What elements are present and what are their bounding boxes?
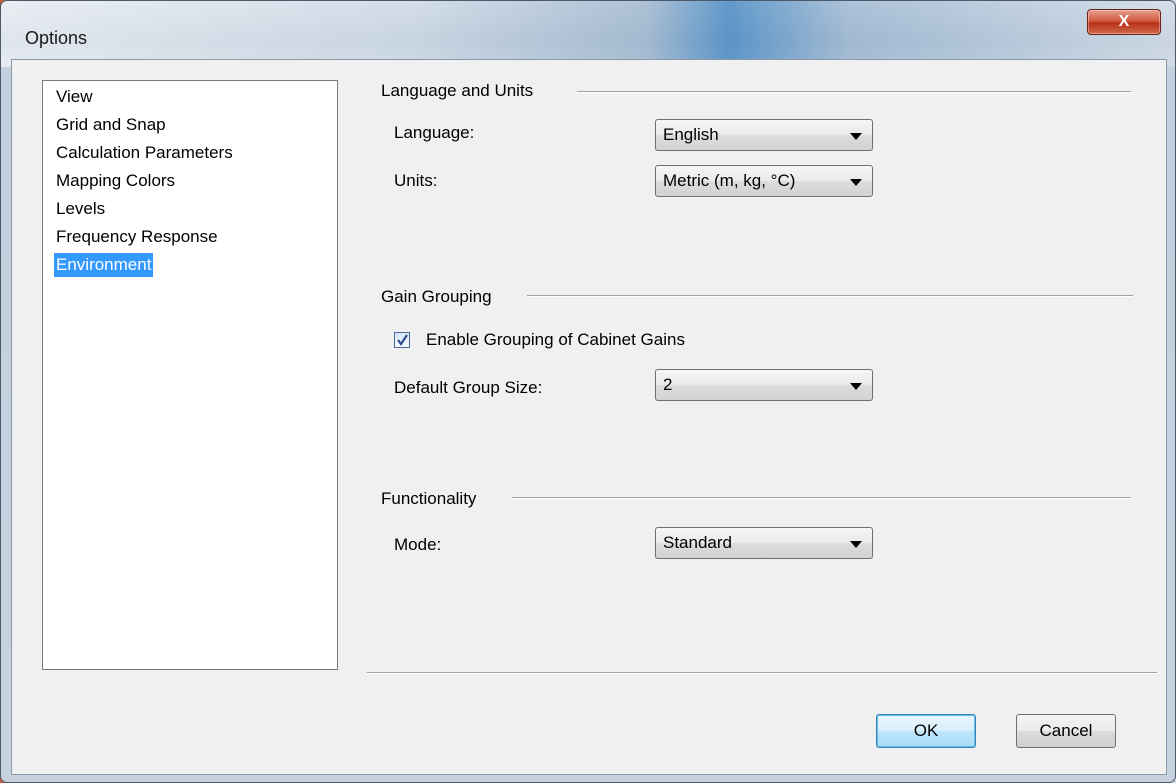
language-label: Language:: [394, 123, 475, 142]
dialog-title: Options: [25, 28, 88, 48]
chevron-down-icon: [850, 541, 862, 548]
cancel-button[interactable]: Cancel: [1016, 714, 1116, 748]
nav-item-calculation-parameters[interactable]: Calculation Parameters: [54, 141, 235, 165]
group-divider: [527, 295, 1133, 297]
enable-grouping-label[interactable]: Enable Grouping of Cabinet Gains: [426, 330, 685, 350]
dialog-client-area: View Grid and Snap Calculation Parameter…: [11, 59, 1167, 775]
nav-item-levels[interactable]: Levels: [54, 197, 107, 221]
options-dialog: Options X View Grid and Snap Calculation…: [0, 0, 1176, 783]
group-divider: [577, 91, 1131, 93]
group-size-select-value: 2: [663, 375, 673, 394]
footer-divider: [367, 672, 1157, 674]
mode-select[interactable]: Standard: [655, 527, 873, 559]
mode-label: Mode:: [394, 535, 442, 554]
title-bar[interactable]: [1, 1, 1175, 67]
language-units-group-title: Language and Units: [381, 81, 546, 101]
units-select-value: Metric (m, kg, °C): [663, 171, 796, 190]
units-select[interactable]: Metric (m, kg, °C): [655, 165, 873, 197]
nav-item-grid-and-snap[interactable]: Grid and Snap: [54, 113, 168, 137]
nav-item-view[interactable]: View: [54, 85, 95, 109]
chevron-down-icon: [850, 133, 862, 140]
group-size-select[interactable]: 2: [655, 369, 873, 401]
mode-select-value: Standard: [663, 533, 732, 552]
enable-grouping-checkbox[interactable]: [394, 332, 410, 348]
close-icon: X: [1118, 13, 1130, 30]
ok-button[interactable]: OK: [876, 714, 976, 748]
nav-item-frequency-response[interactable]: Frequency Response: [54, 225, 220, 249]
nav-item-mapping-colors[interactable]: Mapping Colors: [54, 169, 177, 193]
language-select-value: English: [663, 125, 719, 144]
group-size-label: Default Group Size:: [394, 378, 543, 397]
checkmark-icon: [397, 334, 408, 346]
group-divider: [512, 497, 1131, 499]
units-label: Units:: [394, 171, 438, 190]
close-button[interactable]: X: [1087, 9, 1161, 35]
chevron-down-icon: [850, 179, 862, 186]
chevron-down-icon: [850, 383, 862, 390]
category-list[interactable]: View Grid and Snap Calculation Parameter…: [42, 80, 338, 670]
functionality-group-title: Functionality: [381, 489, 489, 509]
language-select[interactable]: English: [655, 119, 873, 151]
nav-item-environment[interactable]: Environment: [54, 253, 154, 277]
gain-grouping-group-title: Gain Grouping: [381, 287, 504, 307]
